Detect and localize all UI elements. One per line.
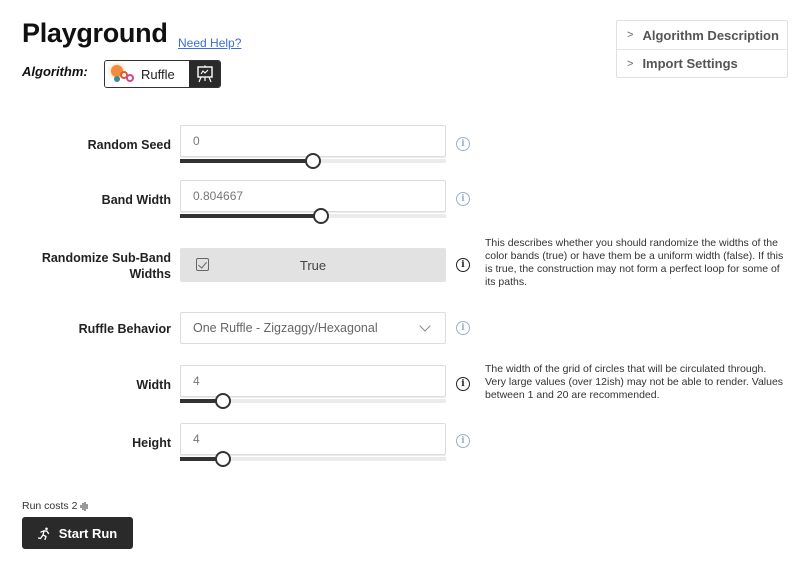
- slider-fill: [180, 159, 313, 163]
- height-input[interactable]: 4: [180, 423, 446, 455]
- algorithm-description-toggle[interactable]: > Algorithm Description: [617, 21, 787, 49]
- import-settings-toggle[interactable]: > Import Settings: [617, 49, 787, 77]
- slider-thumb[interactable]: [305, 153, 321, 169]
- randomize-sub-band-widths-toggle[interactable]: True: [180, 248, 446, 282]
- credits-icon: [80, 501, 88, 511]
- ruffle-behavior-select[interactable]: One Ruffle - Zigzaggy/Hexagonal: [180, 312, 446, 344]
- band-width-slider[interactable]: [180, 208, 446, 224]
- width-slider[interactable]: [180, 393, 446, 409]
- ruffle-logo-icon: [111, 65, 135, 83]
- chevron-right-icon: >: [627, 57, 634, 70]
- info-icon[interactable]: i: [456, 321, 470, 335]
- info-icon[interactable]: i: [456, 192, 470, 206]
- width-description: The width of the grid of circles that wi…: [485, 363, 784, 401]
- random-seed-slider[interactable]: [180, 153, 446, 169]
- width-input[interactable]: 4: [180, 365, 446, 397]
- slider-fill: [180, 214, 321, 218]
- running-person-icon: [37, 527, 49, 540]
- toggle-value: True: [299, 257, 327, 273]
- algorithm-selector[interactable]: Ruffle: [104, 60, 221, 88]
- width-label: Width: [136, 378, 171, 392]
- side-panel: > Algorithm Description > Import Setting…: [616, 20, 788, 78]
- height-label: Height: [132, 436, 171, 450]
- presentation-button[interactable]: [189, 61, 220, 87]
- side-item-label: Algorithm Description: [642, 27, 779, 43]
- side-item-label: Import Settings: [642, 56, 738, 71]
- algorithm-name: Ruffle: [141, 66, 175, 82]
- algorithm-name-area[interactable]: Ruffle: [105, 61, 189, 87]
- slider-thumb[interactable]: [312, 208, 329, 224]
- algorithm-label: Algorithm:: [22, 64, 88, 79]
- ruffle-behavior-label: Ruffle Behavior: [78, 322, 171, 336]
- run-cost-text: Run costs 2: [22, 500, 78, 512]
- info-icon[interactable]: i: [456, 258, 470, 272]
- start-run-button[interactable]: Start Run: [22, 517, 133, 549]
- page-title: Playground: [22, 18, 168, 48]
- randomize-sub-band-widths-description: This describes whether you should random…: [485, 237, 784, 288]
- presentation-icon: [196, 65, 213, 83]
- select-value: One Ruffle - Zigzaggy/Hexagonal: [193, 321, 378, 335]
- info-icon[interactable]: i: [456, 377, 470, 391]
- randomize-sub-band-widths-label: Randomize Sub-Band Widths: [41, 251, 171, 281]
- info-icon[interactable]: i: [456, 434, 470, 448]
- chevron-down-icon: [419, 320, 431, 332]
- chevron-right-icon: >: [627, 29, 634, 41]
- slider-thumb[interactable]: [214, 393, 231, 409]
- band-width-input[interactable]: 0.804667: [180, 180, 446, 212]
- slider-thumb[interactable]: [214, 451, 231, 467]
- band-width-label: Band Width: [101, 193, 171, 207]
- info-icon[interactable]: i: [456, 137, 470, 151]
- start-run-label: Start Run: [58, 525, 118, 541]
- height-slider[interactable]: [180, 451, 446, 467]
- run-cost: Run costs 2: [22, 500, 89, 512]
- need-help-link[interactable]: Need Help?: [178, 36, 241, 50]
- checkbox-checked-icon: [196, 258, 209, 271]
- random-seed-label: Random Seed: [87, 138, 171, 152]
